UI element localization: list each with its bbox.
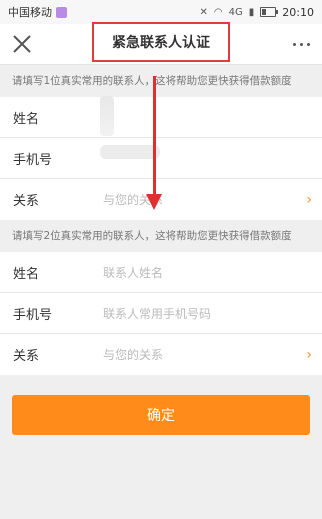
section2-hint: 请填写2位真实常用的联系人，这将帮助您更快获得借款额度 — [0, 220, 322, 252]
confirm-button[interactable]: 确定 — [12, 395, 310, 435]
status-bar: 中国移动 ✕ ◠ 4G ▮ 20:10 — [0, 0, 322, 24]
more-options-icon[interactable] — [286, 30, 316, 58]
phone-label: 手机号 — [13, 307, 53, 323]
carrier-label: 中国移动 — [8, 6, 52, 19]
wifi-icon: ◠ — [213, 6, 223, 18]
contact2-phone-row[interactable]: 手机号 联系人常用手机号码 — [0, 293, 322, 334]
contact2-relation-row[interactable]: 关系 与您的关系 › — [0, 334, 322, 375]
annotation-arrow-head — [146, 194, 162, 210]
chevron-right-icon: › — [306, 192, 312, 208]
chevron-right-icon: › — [306, 347, 312, 363]
contact2-relation-field[interactable]: 与您的关系 — [103, 346, 322, 363]
relation-label: 关系 — [13, 194, 40, 209]
navigation-bar: 紧急联系人认证 — [0, 22, 322, 65]
section1-hint: 请填写1位真实常用的联系人，这将帮助您更快获得借款额度 — [0, 65, 322, 97]
annotation-arrow — [153, 76, 156, 196]
battery-icon — [260, 7, 279, 17]
contact1-name-row[interactable]: 姓名 — [0, 97, 322, 138]
name-label: 姓名 — [13, 266, 40, 282]
contact1-phone-row[interactable]: 手机号 — [0, 138, 322, 179]
page-title: 紧急联系人认证 — [92, 22, 230, 62]
contact2-name-row[interactable]: 姓名 联系人姓名 — [0, 252, 322, 293]
contact1-relation-field[interactable]: 与您的关系 — [103, 191, 322, 208]
redacted-name — [100, 96, 114, 136]
contact2-name-field[interactable]: 联系人姓名 — [103, 264, 322, 281]
close-icon[interactable] — [8, 30, 36, 58]
mute-icon: ✕ — [199, 6, 208, 18]
contact2-form: 姓名 联系人姓名 手机号 联系人常用手机号码 关系 与您的关系 › — [0, 252, 322, 375]
app-notification-icon — [56, 6, 67, 18]
clock: 20:10 — [282, 5, 314, 19]
phone-label: 手机号 — [13, 152, 53, 168]
relation-label: 关系 — [13, 349, 40, 364]
name-label: 姓名 — [13, 111, 40, 127]
signal-icon: ▮ — [248, 6, 255, 18]
contact2-phone-field[interactable]: 联系人常用手机号码 — [103, 305, 322, 322]
redacted-phone — [100, 145, 160, 159]
network-type: 4G — [228, 6, 243, 18]
